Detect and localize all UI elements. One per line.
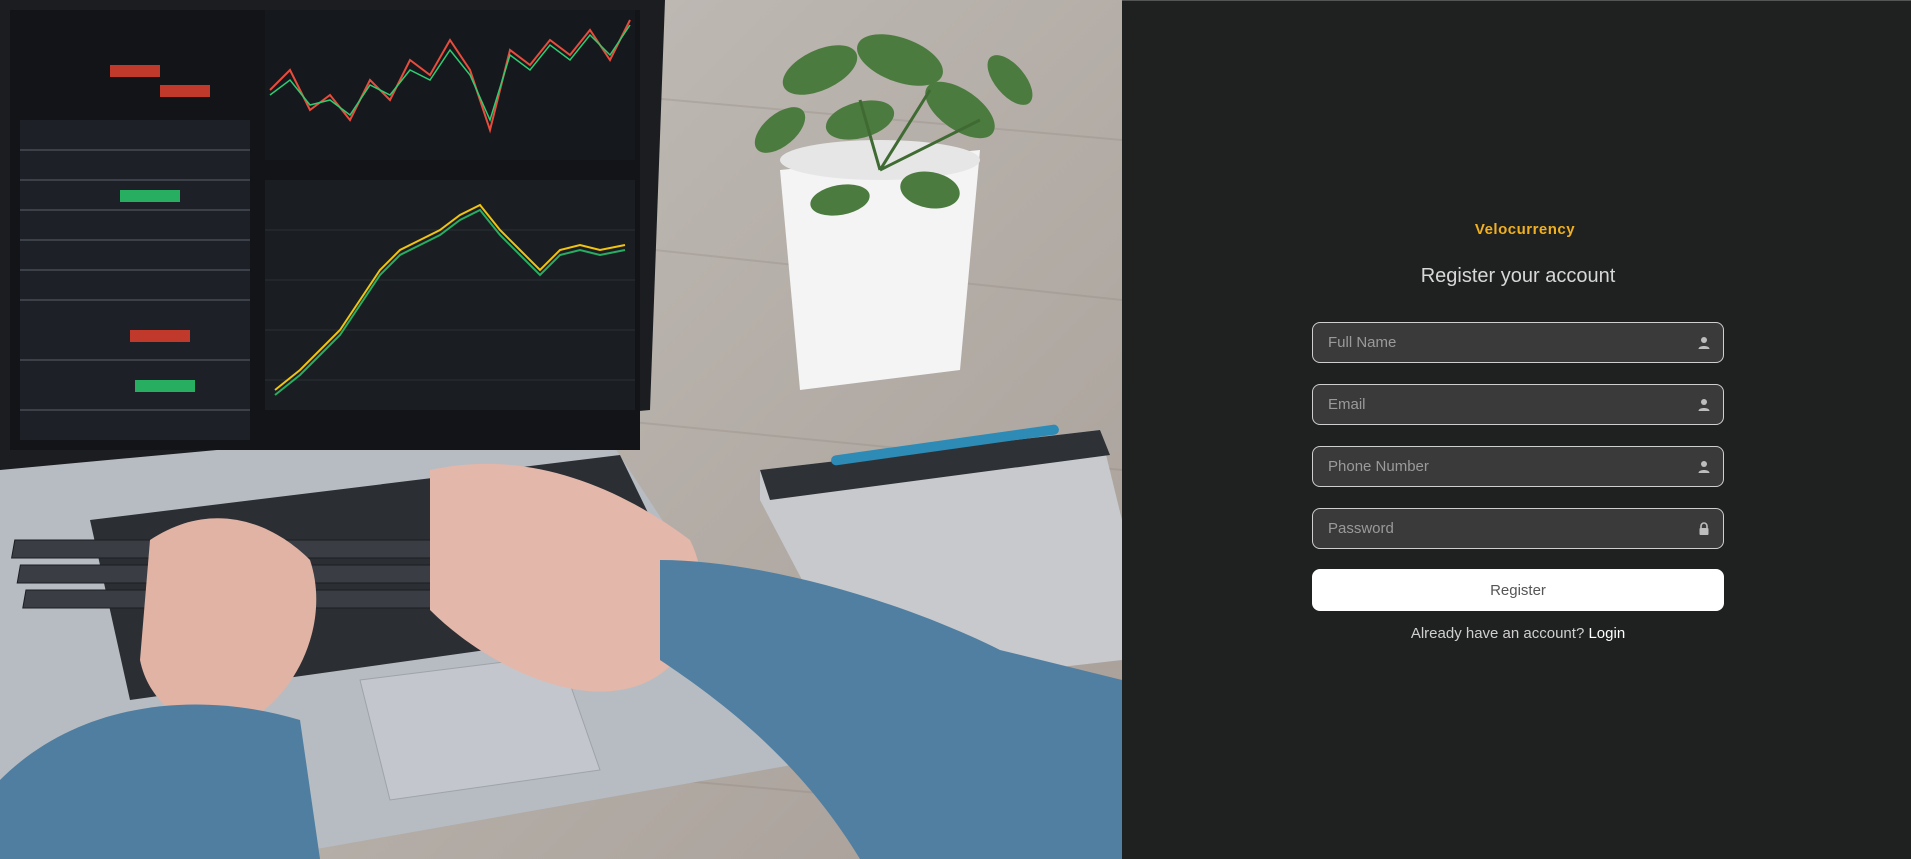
- email-input[interactable]: [1313, 385, 1723, 424]
- login-prompt-text: Already have an account?: [1410, 625, 1585, 642]
- phone-field: [1312, 446, 1724, 487]
- user-icon: [1697, 460, 1711, 474]
- user-icon: [1697, 398, 1711, 412]
- register-page: Velocurrency Register your account Full …: [0, 0, 1911, 859]
- password-input[interactable]: [1313, 509, 1723, 548]
- hero-image: [0, 0, 1122, 859]
- register-button[interactable]: Register: [1312, 569, 1724, 611]
- password-field: [1312, 508, 1724, 549]
- phone-input[interactable]: [1313, 447, 1723, 486]
- register-form: Velocurrency Register your account Full …: [1312, 221, 1724, 642]
- login-prompt: Already have an account? Login: [1411, 625, 1625, 642]
- register-panel: Velocurrency Register your account Full …: [1122, 0, 1911, 859]
- full-name-input[interactable]: [1313, 323, 1723, 362]
- hero-illustration: [0, 0, 1122, 859]
- login-link[interactable]: Login: [1588, 625, 1625, 642]
- brand-logo: Velocurrency: [1474, 221, 1576, 238]
- user-icon: [1697, 336, 1711, 350]
- page-title: Register your account: [1420, 265, 1616, 287]
- full-name-field: [1312, 322, 1724, 363]
- lock-icon: [1697, 521, 1711, 536]
- email-field: [1312, 384, 1724, 425]
